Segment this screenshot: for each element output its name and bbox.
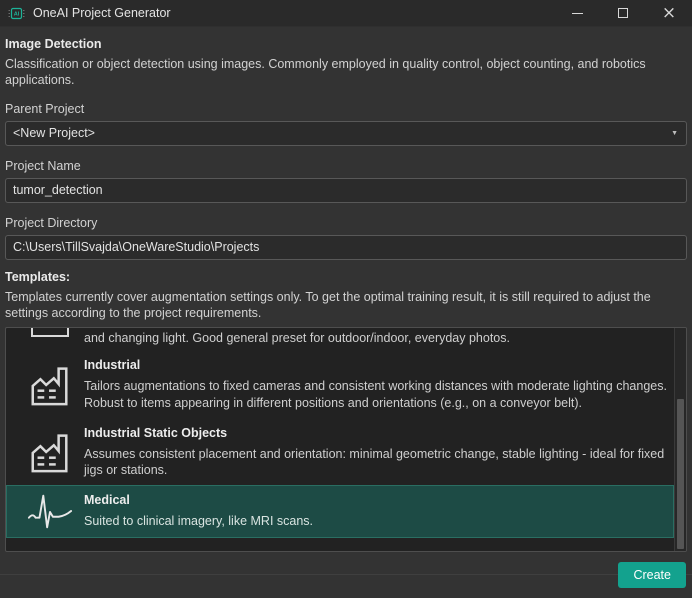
chevron-down-icon: ▼ (671, 130, 678, 137)
template-title: Industrial (84, 358, 670, 372)
template-icon-col (16, 424, 84, 479)
template-description: Suited to clinical imagery, like MRI sca… (84, 513, 670, 529)
window-title: OneAI Project Generator (33, 6, 171, 20)
minimize-icon (572, 13, 583, 14)
project-directory-label: Project Directory (5, 216, 687, 230)
parent-project-value: <New Project> (13, 126, 95, 140)
template-list-item[interactable]: Medical Suited to clinical imagery, like… (6, 485, 674, 538)
templates-heading: Templates: (5, 270, 687, 284)
minimize-button[interactable] (554, 0, 600, 27)
parent-project-label: Parent Project (5, 102, 687, 116)
templates-description: Templates currently cover augmentation s… (5, 289, 687, 322)
dialog-content: Image Detection Classification or object… (0, 27, 692, 552)
template-icon-col (16, 328, 84, 346)
template-list-scrollbar[interactable] (674, 328, 686, 551)
oneai-app-icon: AI (8, 5, 25, 22)
maximize-icon (618, 8, 628, 18)
template-description: and changing light. Good general preset … (84, 330, 670, 346)
photo-partial-icon (31, 328, 69, 337)
project-directory-input[interactable] (5, 235, 687, 260)
template-icon-col (16, 356, 84, 411)
parent-project-select[interactable]: <New Project> ▼ (5, 121, 687, 146)
template-description: Tailors augmentations to fixed cameras a… (84, 378, 670, 411)
ecg-icon (27, 491, 73, 531)
template-list-item[interactable]: Industrial Tailors augmentations to fixe… (6, 350, 674, 418)
template-title: Industrial Static Objects (84, 426, 670, 440)
template-list: and changing light. Good general preset … (5, 327, 687, 552)
close-button[interactable]: × (646, 0, 692, 27)
dialog-footer: Create (0, 552, 692, 598)
template-icon-col (16, 491, 84, 531)
oneai-project-generator-window: AI OneAI Project Generator × Image Detec… (0, 0, 692, 575)
maximize-button[interactable] (600, 0, 646, 27)
template-title: Medical (84, 493, 670, 507)
page-description: Classification or object detection using… (5, 56, 687, 89)
close-icon: × (662, 3, 676, 23)
create-button[interactable]: Create (618, 562, 686, 588)
template-list-item[interactable]: and changing light. Good general preset … (6, 328, 674, 350)
template-list-item[interactable]: Industrial Static Objects Assumes consis… (6, 418, 674, 486)
factory-icon (27, 428, 73, 474)
scrollbar-thumb[interactable] (677, 399, 684, 548)
template-list-viewport: and changing light. Good general preset … (6, 328, 674, 551)
project-name-label: Project Name (5, 159, 687, 173)
svg-text:AI: AI (14, 11, 20, 17)
titlebar: AI OneAI Project Generator × (0, 0, 692, 27)
project-name-input[interactable] (5, 178, 687, 203)
template-description: Assumes consistent placement and orienta… (84, 446, 670, 479)
factory-icon (27, 361, 73, 407)
page-title: Image Detection (5, 37, 687, 51)
